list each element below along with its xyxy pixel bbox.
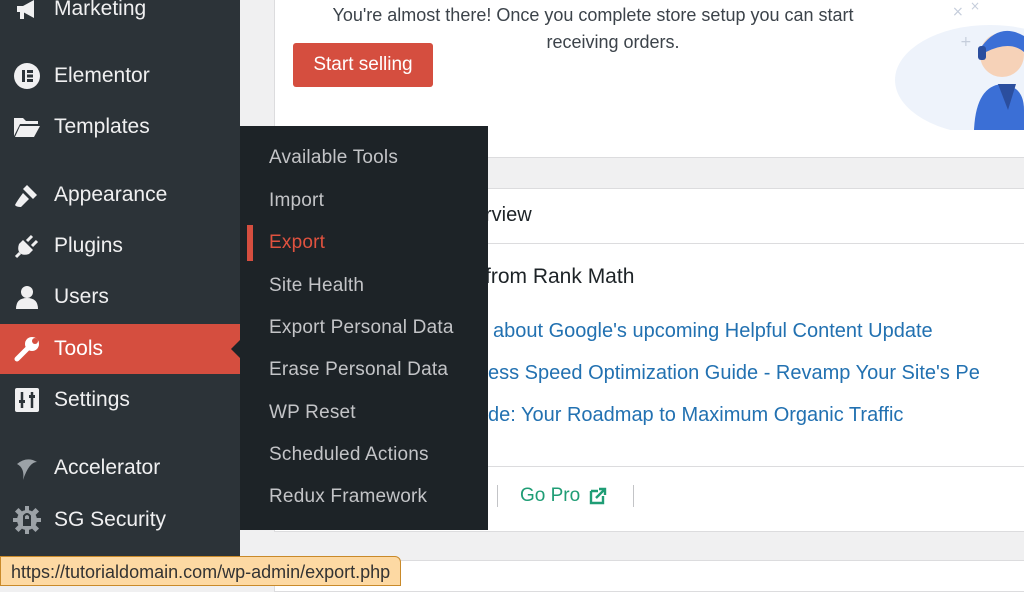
sidebar-item-accelerator[interactable]: Accelerator [0,443,240,493]
submenu-item-label: Redux Framework [269,486,428,507]
submenu-item-erase-personal-data[interactable]: Erase Personal Data [240,350,488,390]
news-link-roadmap[interactable]: de: Your Roadmap to Maximum Organic Traf… [488,404,903,427]
admin-sidebar: Marketing Elementor Templates Appearance… [0,0,240,586]
svg-text:×: × [970,0,980,13]
sidebar-item-tools[interactable]: Tools [0,324,240,374]
paintbrush-icon [12,180,42,210]
support-agent-illustration: × + × [895,0,1024,130]
browser-status-bar: https://tutorialdomain.com/wp-admin/expo… [0,556,402,586]
news-heading: from Rank Math [485,265,635,288]
footer-separator-left [497,485,498,507]
wrench-icon [12,334,42,364]
megaphone-icon [12,0,42,24]
submenu-item-label: Site Health [269,275,365,296]
sidebar-item-label: Elementor [54,64,150,87]
sidebar-item-plugins[interactable]: Plugins [0,221,240,271]
sidebar-item-label: Accelerator [54,456,161,479]
sidebar-item-users[interactable]: Users [0,272,240,322]
overview-title: rview [485,204,532,226]
setup-message-line1: You're almost there! Once you complete s… [332,5,854,25]
submenu-item-label: Available Tools [269,147,399,168]
submenu-item-scheduled-actions[interactable]: Scheduled Actions [240,435,488,475]
sidebar-item-label: Settings [54,388,130,411]
tools-submenu: Available Tools Import Export Site Healt… [240,126,488,530]
submenu-item-label: Scheduled Actions [269,444,429,465]
sidebar-item-label: Plugins [54,234,123,257]
submenu-item-label: WP Reset [269,402,356,423]
gear-lock-icon [12,505,42,535]
sidebar-item-label: Users [54,285,109,308]
sidebar-item-label: SG Security [54,508,167,531]
status-bar-url: https://tutorialdomain.com/wp-admin/expo… [11,562,391,582]
submenu-item-redux-framework[interactable]: Redux Framework [240,477,488,517]
user-icon [12,282,42,312]
sidebar-item-templates[interactable]: Templates [0,102,240,152]
submenu-item-export[interactable]: Export [240,223,488,263]
footer-separator-right [633,485,634,507]
sidebar-item-appearance[interactable]: Appearance [0,170,240,220]
sidebar-item-marketing[interactable]: Marketing [0,0,240,34]
submenu-item-available-tools[interactable]: Available Tools [240,138,488,178]
sidebar-item-label: Templates [54,115,150,138]
news-link-helpful-content[interactable]: about Google's upcoming Helpful Content … [493,320,933,343]
start-selling-button[interactable]: Start selling [293,43,433,87]
elementor-icon [12,61,42,91]
plugin-icon [12,231,42,261]
external-link-icon [590,487,607,505]
news-link-speed-optimization[interactable]: ess Speed Optimization Guide - Revamp Yo… [488,362,980,385]
accelerator-icon [12,453,42,483]
sidebar-item-label: Tools [54,337,104,360]
submenu-item-label: Export Personal Data [269,317,454,338]
go-pro-link[interactable]: Go Pro [520,485,608,507]
submenu-item-label: Erase Personal Data [269,359,449,380]
submenu-item-export-personal-data[interactable]: Export Personal Data [240,308,488,348]
go-pro-label: Go Pro [520,485,581,506]
submenu-item-label: Export [269,232,326,253]
submenu-item-label: Import [269,190,325,211]
sidebar-item-label: Appearance [54,183,168,206]
submenu-item-site-health[interactable]: Site Health [240,266,488,306]
folder-icon [12,112,42,142]
svg-text:×: × [952,4,964,20]
sidebar-item-settings[interactable]: Settings [0,375,240,425]
sidebar-item-label: Marketing [54,0,147,20]
svg-text:+: + [960,34,972,50]
submenu-item-wp-reset[interactable]: WP Reset [240,393,488,433]
sidebar-item-elementor[interactable]: Elementor [0,51,240,101]
submenu-item-import[interactable]: Import [240,181,488,221]
settings-sliders-icon [12,385,42,415]
sidebar-item-sg-security[interactable]: SG Security [0,495,240,545]
